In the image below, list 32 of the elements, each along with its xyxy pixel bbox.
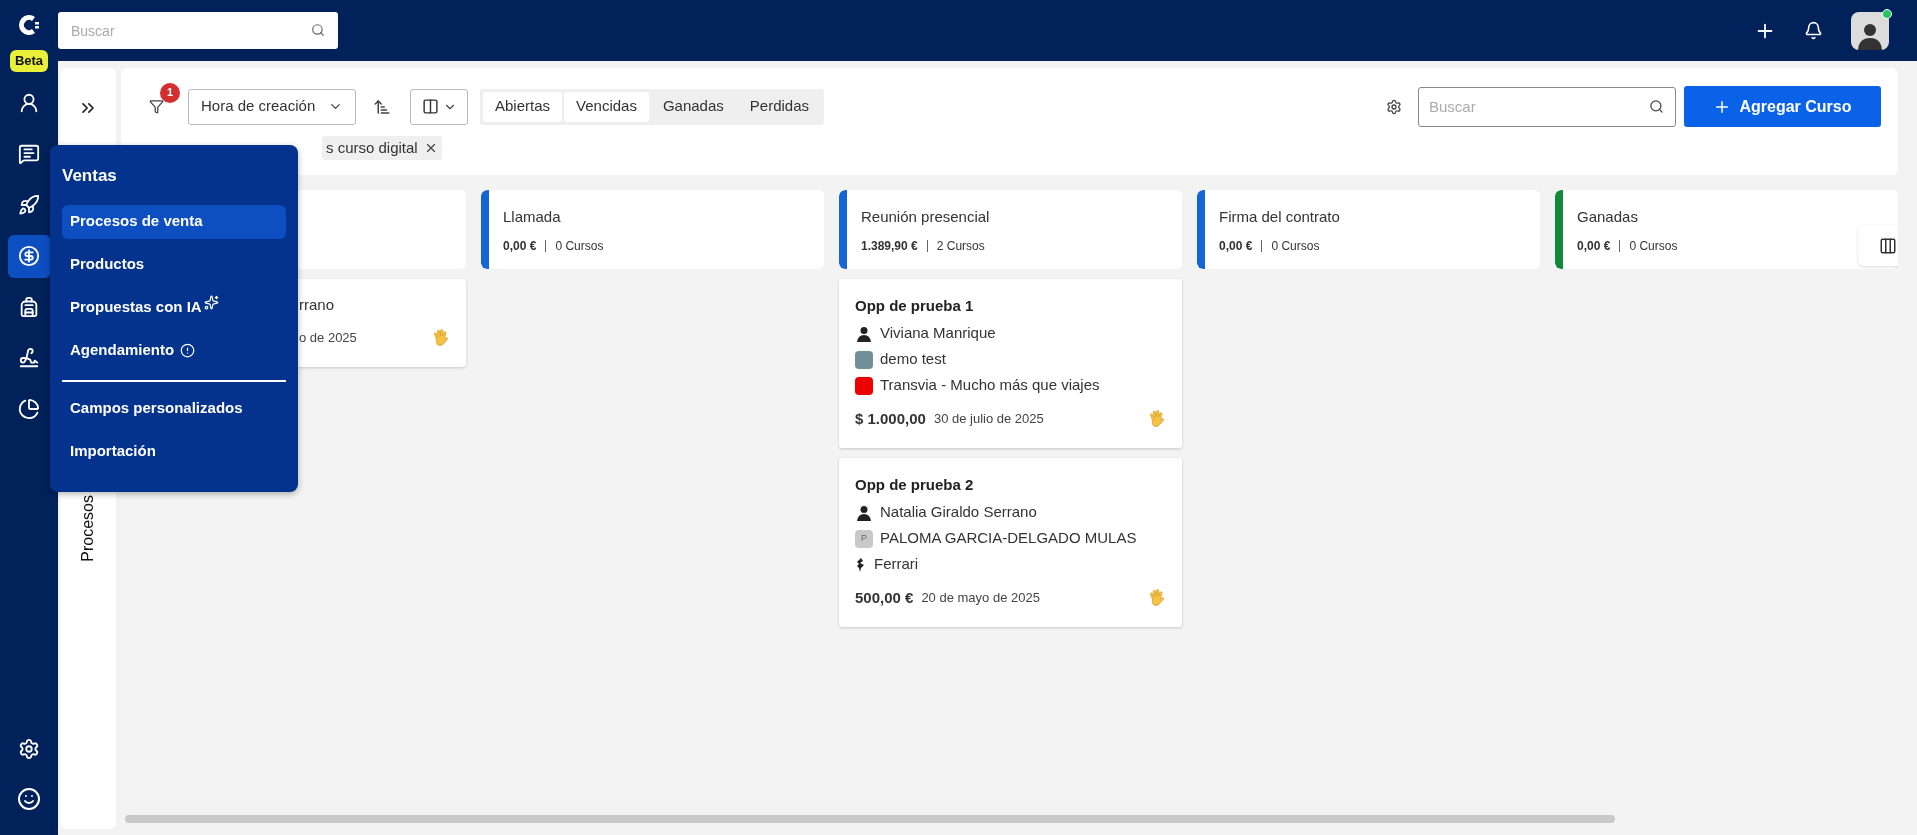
contact-name: PALOMA GARCIA-DELGADO MULAS [880, 528, 1137, 549]
card-date: 20 de mayo de 2025 [921, 589, 1040, 607]
side-panel-label: Procesos [78, 495, 97, 562]
card-date: o de 2025 [299, 329, 357, 348]
initial-avatar: P [855, 529, 873, 548]
card-title: Opp de prueba 2 [855, 475, 975, 495]
stage-amount: 1.389,90 € [861, 237, 918, 255]
stage-title: Reunión presencial [861, 207, 990, 227]
beta-badge: Beta [9, 50, 49, 72]
menu-title: Ventas [62, 165, 118, 187]
stage-amount: 0,00 € [1219, 237, 1253, 255]
card-title: Opp de prueba 1 [855, 296, 975, 316]
stage-amount: 0,00 € [503, 237, 537, 255]
contact-name: Ferrari [874, 554, 919, 575]
filter-chip-label: s curso digital [326, 137, 418, 158]
contact-name: Viviana Manrique [880, 323, 996, 344]
contact-name: Natalia Giraldo Serrano [880, 502, 1037, 523]
stage-title: Llamada [503, 207, 562, 227]
filter-count-badge: 1 [160, 82, 180, 103]
stage-amount: 0,00 € [1577, 237, 1611, 255]
card-date: 30 de julio de 2025 [933, 410, 1044, 428]
contact-name: Transvia - Mucho más que viajes [880, 375, 1100, 396]
stage-title: Ganadas [1577, 207, 1639, 227]
stage-count: 2 Cursos [936, 237, 985, 255]
stage-title: Firma del contrato [1219, 207, 1340, 227]
stage-count: 0 Cursos [1629, 237, 1678, 255]
contact-name: rrano [299, 294, 335, 315]
card-amount: 500,00 € [855, 587, 914, 608]
stage-count: 0 Cursos [555, 237, 604, 255]
stage-count: 0 Cursos [1271, 237, 1320, 255]
contact-name: demo test [880, 349, 946, 370]
card-amount: $ 1.000,00 [855, 408, 926, 429]
